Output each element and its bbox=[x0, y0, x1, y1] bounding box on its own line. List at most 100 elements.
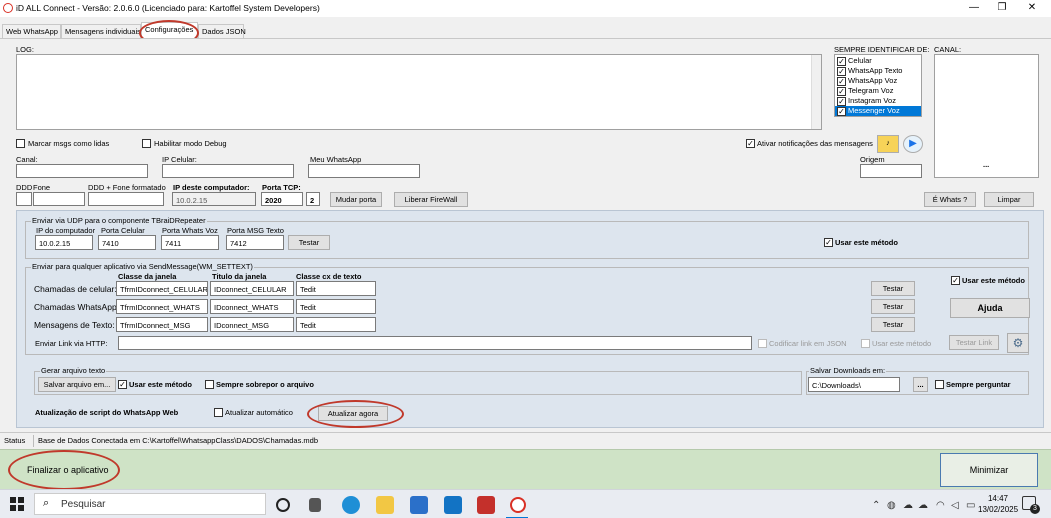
clock-date[interactable]: 13/02/2025 bbox=[978, 505, 1018, 514]
http-usar-metodo-checkbox[interactable] bbox=[861, 339, 870, 348]
restore-window-button[interactable]: ❐ bbox=[990, 1, 1014, 15]
identify-item[interactable]: ✓ Celular bbox=[835, 56, 921, 66]
minimize-window-button[interactable]: — bbox=[962, 1, 986, 15]
identify-label: SEMPRE IDENTIFICAR DE: bbox=[834, 45, 930, 54]
mensagens-texto-classe-input[interactable]: TfrmIDconnect_MSG bbox=[116, 317, 208, 332]
sempre-sobrepor-checkbox[interactable] bbox=[205, 380, 214, 389]
origem-label: Origem bbox=[860, 155, 885, 164]
tab-configuracoes[interactable]: Configurações bbox=[141, 22, 198, 38]
mensagens-texto-cx-input[interactable]: Tedit bbox=[296, 317, 376, 332]
mensagens-texto-titulo-input[interactable]: IDconnect_MSG bbox=[210, 317, 294, 332]
mensagens-texto-testar-button[interactable]: Testar bbox=[871, 317, 915, 332]
file-explorer-icon[interactable] bbox=[376, 496, 394, 514]
identify-item[interactable]: ✓ WhatsApp Voz bbox=[835, 76, 921, 86]
chamadas-celular-classe-input[interactable]: TfrmIDconnect_CELULAR bbox=[116, 281, 208, 296]
fone-input[interactable] bbox=[33, 192, 85, 206]
canal-panel-label: CANAL: bbox=[934, 45, 962, 54]
tab-mensagens-individuais[interactable]: Mensagens individuais bbox=[61, 24, 141, 38]
notify-checkbox[interactable]: ✓ bbox=[746, 139, 755, 148]
cloud-icon[interactable]: ☁ bbox=[918, 500, 928, 511]
gear-icon[interactable]: ⚙ bbox=[1007, 333, 1029, 353]
wifi-icon[interactable]: ◠ bbox=[936, 500, 945, 511]
chamadas-celular-cx-input[interactable]: Tedit bbox=[296, 281, 376, 296]
sendmessage-usar-metodo-label: Usar este método bbox=[962, 276, 1025, 285]
udp-porta-whats-voz-input[interactable]: 7411 bbox=[161, 235, 219, 250]
widgets-icon[interactable] bbox=[309, 498, 321, 512]
notification-sound-icon[interactable]: ♪ bbox=[877, 135, 899, 153]
canal-input[interactable] bbox=[16, 164, 148, 178]
udp-porta-celular-label: Porta Celular bbox=[101, 226, 145, 235]
downloads-path-input[interactable]: C:\Downloads\ bbox=[808, 377, 900, 392]
atualizar-automatico-checkbox[interactable] bbox=[214, 408, 223, 417]
udp-porta-celular-input[interactable]: 7410 bbox=[98, 235, 156, 250]
identify-item-selected[interactable]: ✓ Messenger Voz bbox=[835, 106, 921, 116]
udp-usar-metodo-checkbox[interactable]: ✓ bbox=[824, 238, 833, 247]
chamadas-whatsapp-titulo-input[interactable]: IDconnect_WHATS bbox=[210, 299, 294, 314]
link-http-input[interactable] bbox=[118, 336, 752, 350]
ajuda-button[interactable]: Ajuda bbox=[950, 298, 1030, 318]
store-icon[interactable] bbox=[410, 496, 428, 514]
whatsapp-taskbar-icon[interactable] bbox=[510, 497, 526, 513]
close-window-button[interactable]: ✕ bbox=[1020, 1, 1044, 15]
tab-web-whatsapp[interactable]: Web WhatsApp bbox=[2, 24, 61, 38]
clock-time[interactable]: 14:47 bbox=[983, 494, 1013, 503]
testar-link-button[interactable]: Testar Link bbox=[949, 335, 999, 350]
udp-porta-msg-input[interactable]: 7412 bbox=[226, 235, 284, 250]
sendmessage-usar-metodo-checkbox[interactable]: ✓ bbox=[951, 276, 960, 285]
debug-checkbox[interactable] bbox=[142, 139, 151, 148]
minimizar-button[interactable]: Minimizar bbox=[940, 453, 1038, 487]
e-whats-button[interactable]: É Whats ? bbox=[924, 192, 976, 207]
ip-celular-label: IP Celular: bbox=[162, 155, 197, 164]
ip-celular-input[interactable] bbox=[162, 164, 294, 178]
atualizar-agora-button[interactable]: Atualizar agora bbox=[318, 406, 388, 421]
identify-item[interactable]: ✓ Telegram Voz bbox=[835, 86, 921, 96]
onedrive-icon[interactable]: ☁ bbox=[903, 500, 913, 511]
sempre-sobrepor-label: Sempre sobrepor o arquivo bbox=[216, 380, 314, 389]
downloads-browse-button[interactable]: ... bbox=[913, 377, 928, 392]
mail-icon[interactable] bbox=[444, 496, 462, 514]
arquivo-usar-metodo-label: Usar este método bbox=[129, 380, 192, 389]
play-icon[interactable]: ▶ bbox=[903, 135, 923, 153]
liberar-firewall-button[interactable]: Liberar FireWall bbox=[394, 192, 468, 207]
ip-computador-input[interactable]: 10.0.2.15 bbox=[172, 192, 256, 206]
chamadas-whatsapp-classe-input[interactable]: TfrmIDconnect_WHATS bbox=[116, 299, 208, 314]
chevron-up-icon[interactable]: ⌃ bbox=[872, 500, 880, 511]
chamadas-whatsapp-testar-button[interactable]: Testar bbox=[871, 299, 915, 314]
battery-icon[interactable]: ▭ bbox=[966, 500, 975, 511]
salvar-arquivo-button[interactable]: Salvar arquivo em... bbox=[38, 377, 116, 392]
edge-icon[interactable] bbox=[342, 496, 360, 514]
identify-item[interactable]: ✓ Instagram Voz bbox=[835, 96, 921, 106]
log-scrollbar[interactable] bbox=[811, 55, 821, 129]
chamadas-celular-testar-button[interactable]: Testar bbox=[871, 281, 915, 296]
network-icon[interactable]: ◍ bbox=[887, 500, 896, 511]
mudar-porta-button[interactable]: Mudar porta bbox=[330, 192, 382, 207]
identify-checklist[interactable]: ✓ Celular ✓ WhatsApp Texto ✓ WhatsApp Voz ✓… bbox=[834, 54, 922, 117]
porta-tcp-input[interactable]: 2020 bbox=[261, 192, 303, 206]
udp-ip-input[interactable]: 10.0.2.15 bbox=[35, 235, 93, 250]
task-view-icon[interactable] bbox=[276, 498, 290, 512]
speaker-icon[interactable]: ◁ bbox=[951, 500, 959, 511]
windows-start-icon[interactable] bbox=[10, 497, 24, 511]
taskbar-search-box[interactable]: ⌕ Pesquisar bbox=[34, 493, 266, 515]
limpar-button[interactable]: Limpar bbox=[984, 192, 1034, 207]
codificar-json-checkbox[interactable] bbox=[758, 339, 767, 348]
finalizar-button[interactable]: Finalizar o aplicativo bbox=[27, 465, 109, 475]
porta-tcp-extra-input[interactable]: 2 bbox=[306, 192, 320, 206]
log-textarea[interactable] bbox=[16, 54, 822, 130]
tab-dados-json[interactable]: Dados JSON bbox=[198, 24, 246, 38]
origem-input[interactable] bbox=[860, 164, 922, 178]
chamadas-whatsapp-cx-input[interactable]: Tedit bbox=[296, 299, 376, 314]
mark-read-checkbox[interactable] bbox=[16, 139, 25, 148]
ddd-input[interactable] bbox=[16, 192, 32, 206]
meu-whatsapp-input[interactable] bbox=[308, 164, 420, 178]
ddd-fone-formatado-input[interactable] bbox=[88, 192, 164, 206]
access-icon[interactable] bbox=[477, 496, 495, 514]
sempre-perguntar-checkbox[interactable] bbox=[935, 380, 944, 389]
udp-testar-button[interactable]: Testar bbox=[288, 235, 330, 250]
arquivo-usar-metodo-checkbox[interactable]: ✓ bbox=[118, 380, 127, 389]
notification-icon[interactable]: 3 bbox=[1022, 496, 1040, 514]
title-bar: iD ALL Connect - Versão: 2.0.6.0 (Licenc… bbox=[0, 0, 1051, 17]
chamadas-celular-titulo-input[interactable]: IDconnect_CELULAR bbox=[210, 281, 294, 296]
canal-list[interactable]: ... bbox=[934, 54, 1039, 178]
identify-item[interactable]: ✓ WhatsApp Texto bbox=[835, 66, 921, 76]
